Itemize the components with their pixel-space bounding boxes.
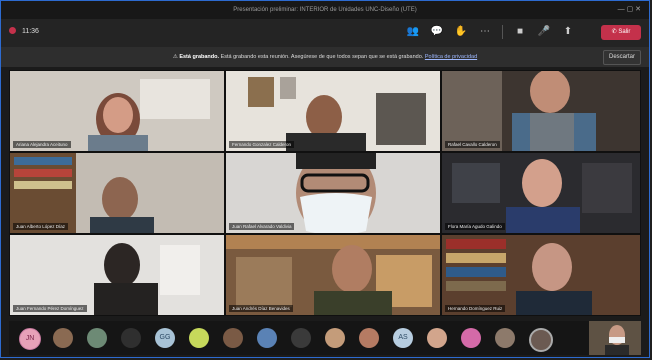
- recording-banner: ⚠ Está grabando. Está grabando esta reun…: [1, 47, 649, 67]
- avatar[interactable]: GG: [155, 328, 175, 348]
- avatar-initials: JN: [25, 335, 35, 342]
- toolbar-divider: [502, 25, 503, 39]
- participant-video: [10, 153, 224, 233]
- raise-hand-icon[interactable]: ✋: [454, 25, 468, 39]
- mic-icon[interactable]: 🎤: [537, 25, 551, 39]
- teams-meeting-window: Presentación preliminar: INTERIOR de Uni…: [0, 0, 650, 358]
- participant-video: [442, 153, 640, 233]
- avatar[interactable]: [189, 328, 209, 348]
- avatar[interactable]: [461, 328, 481, 348]
- participant-video: [442, 235, 640, 315]
- window-title-bar: Presentación preliminar: INTERIOR de Uni…: [1, 1, 649, 19]
- participant-name: Juan Andrés Díaz Benavides: [229, 305, 293, 312]
- participant-name: Juan Alberto López Díaz: [13, 223, 69, 230]
- participant-tile[interactable]: Rafael Cavallo Calderon: [441, 70, 641, 152]
- self-video: [589, 321, 641, 355]
- avatar[interactable]: [495, 328, 515, 348]
- participant-tile[interactable]: Ariana Alejandra Aceituno: [9, 70, 225, 152]
- chat-icon[interactable]: 💬: [430, 25, 444, 39]
- participant-video: [442, 71, 640, 151]
- banner-text: Está grabando esta reunión. Asegúrese de…: [220, 54, 424, 60]
- privacy-policy-link[interactable]: Política de privacidad: [425, 54, 477, 60]
- participant-video: [10, 235, 224, 315]
- participant-tile[interactable]: Flora María Agudo Galindo: [441, 152, 641, 234]
- participant-tray: JN GG AS: [9, 321, 641, 355]
- avatar[interactable]: [257, 328, 277, 348]
- warning-icon: ⚠: [172, 54, 178, 60]
- banner-bold: Está grabando.: [179, 54, 220, 60]
- avatar-initials: AS: [398, 334, 408, 341]
- participant-name: Rafael Cavallo Calderon: [445, 141, 500, 148]
- video-grid: Ariana Alejandra Aceituno Fernando Gonza…: [9, 70, 641, 316]
- participant-tile[interactable]: Juan Rafael Alvarado Valdivia: [225, 152, 441, 234]
- participant-video: [10, 71, 224, 151]
- share-icon[interactable]: ⬆: [561, 25, 575, 39]
- timer-text: 11:36: [21, 28, 39, 35]
- avatar[interactable]: [427, 328, 447, 348]
- window-controls[interactable]: — ▢ ✕: [618, 1, 641, 19]
- participant-name: Juan Fernando Pérez Domínguez: [13, 305, 87, 312]
- avatar[interactable]: [325, 328, 345, 348]
- meeting-timer: 11:36: [9, 27, 39, 35]
- more-icon[interactable]: ⋯: [478, 25, 492, 39]
- participant-name: Juan Rafael Alvarado Valdivia: [229, 223, 295, 230]
- avatar[interactable]: [223, 328, 243, 348]
- participant-tile[interactable]: Juan Fernando Pérez Domínguez: [9, 234, 225, 316]
- leave-button[interactable]: ✆ Salir: [601, 25, 641, 40]
- avatar[interactable]: [53, 328, 73, 348]
- avatar-initials: GG: [159, 334, 171, 341]
- avatar[interactable]: [359, 328, 379, 348]
- avatar[interactable]: JN: [19, 328, 41, 350]
- avatar[interactable]: [529, 328, 553, 352]
- self-video-preview[interactable]: [589, 321, 641, 355]
- leave-label: Salir: [618, 29, 631, 35]
- recording-indicator-icon: [9, 27, 16, 34]
- participant-name: Ariana Alejandra Aceituno: [13, 141, 71, 148]
- participant-tile[interactable]: Juan Alberto López Díaz: [9, 152, 225, 234]
- participant-tile[interactable]: Juan Andrés Díaz Benavides: [225, 234, 441, 316]
- avatar[interactable]: [87, 328, 107, 348]
- participant-name: Flora María Agudo Galindo: [445, 223, 505, 230]
- participant-video: [226, 71, 440, 151]
- toolbar-controls: 👥 💬 ✋ ⋯ ■ 🎤 ⬆: [406, 25, 575, 39]
- camera-icon[interactable]: ■: [513, 25, 527, 39]
- meeting-toolbar: 11:36 👥 💬 ✋ ⋯ ■ 🎤 ⬆ ✆ Salir: [1, 19, 649, 47]
- participant-name: Fernando Gonzalez Calderon: [229, 141, 295, 148]
- avatar[interactable]: AS: [393, 328, 413, 348]
- participant-name: Hernando Domínguez Ruiz: [445, 305, 506, 312]
- participants-icon[interactable]: 👥: [406, 25, 420, 39]
- participant-video: [226, 235, 440, 315]
- participant-tile[interactable]: Hernando Domínguez Ruiz: [441, 234, 641, 316]
- dismiss-button[interactable]: Descartar: [602, 50, 641, 65]
- participant-tile[interactable]: Fernando Gonzalez Calderon: [225, 70, 441, 152]
- window-title: Presentación preliminar: INTERIOR de Uni…: [233, 7, 417, 13]
- participant-video: [226, 153, 440, 233]
- avatar[interactable]: [291, 328, 311, 348]
- avatar[interactable]: [121, 328, 141, 348]
